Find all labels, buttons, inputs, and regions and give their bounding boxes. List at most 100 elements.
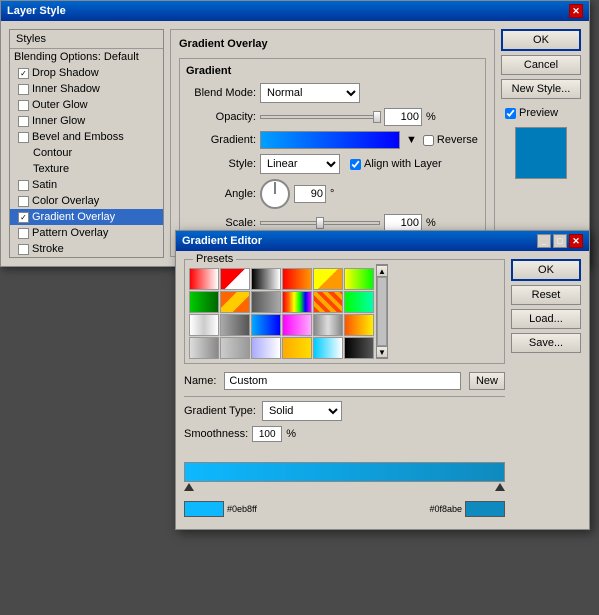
scale-unit: %: [426, 217, 436, 229]
align-layer-checkbox[interactable]: [350, 159, 361, 170]
smoothness-input[interactable]: [252, 426, 282, 442]
ge-save-button[interactable]: Save...: [511, 333, 581, 353]
sidebar-item-bevel-emboss[interactable]: Bevel and Emboss: [10, 129, 163, 145]
ge-close-button[interactable]: ✕: [569, 234, 583, 248]
gradient-type-select[interactable]: Solid: [262, 401, 342, 421]
gradient-bar[interactable]: [184, 462, 505, 482]
preset-7[interactable]: [189, 291, 219, 313]
opacity-label: Opacity:: [186, 111, 256, 123]
preset-23[interactable]: [313, 337, 343, 359]
preset-20[interactable]: [220, 337, 250, 359]
sidebar-item-inner-shadow[interactable]: Inner Shadow: [10, 81, 163, 97]
opacity-thumb[interactable]: [373, 111, 381, 123]
preset-11[interactable]: [313, 291, 343, 313]
preset-24[interactable]: [344, 337, 374, 359]
scroll-down-btn[interactable]: ▼: [376, 346, 388, 358]
blending-label: Blending Options: Default: [14, 51, 139, 63]
maximize-button[interactable]: □: [553, 234, 567, 248]
outer-glow-checkbox[interactable]: [18, 100, 29, 111]
divider: [184, 396, 505, 397]
pattern-overlay-checkbox[interactable]: [18, 228, 29, 239]
preset-13[interactable]: [189, 314, 219, 336]
preset-9[interactable]: [251, 291, 281, 313]
gradient-dropdown-arrow[interactable]: ▼: [404, 134, 419, 146]
preset-6[interactable]: [344, 268, 374, 290]
preset-17[interactable]: [313, 314, 343, 336]
sidebar-item-pattern-overlay[interactable]: Pattern Overlay: [10, 225, 163, 241]
ge-load-button[interactable]: Load...: [511, 309, 581, 329]
stop-left[interactable]: [184, 483, 194, 491]
left-color-swatch[interactable]: [184, 501, 224, 517]
new-gradient-button[interactable]: New: [469, 372, 505, 390]
preset-14[interactable]: [220, 314, 250, 336]
ok-button[interactable]: OK: [501, 29, 581, 51]
preset-18[interactable]: [344, 314, 374, 336]
reverse-checkbox[interactable]: [423, 135, 434, 146]
sidebar-item-contour[interactable]: Contour: [10, 145, 163, 161]
opacity-slider[interactable]: [260, 115, 380, 119]
contour-label: Contour: [33, 147, 72, 159]
scale-slider[interactable]: [260, 221, 380, 225]
preset-scrollbar: ▲ ▼: [376, 264, 388, 359]
minimize-button[interactable]: _: [537, 234, 551, 248]
opacity-input[interactable]: [384, 108, 422, 126]
scroll-up-btn[interactable]: ▲: [376, 265, 388, 277]
preset-16[interactable]: [282, 314, 312, 336]
preset-22[interactable]: [282, 337, 312, 359]
preview-checkbox[interactable]: [505, 108, 516, 119]
gradient-editor-titlebar: Gradient Editor _ □ ✕: [176, 231, 589, 251]
bevel-emboss-checkbox[interactable]: [18, 132, 29, 143]
sidebar-item-drop-shadow[interactable]: ✓ Drop Shadow: [10, 65, 163, 81]
stroke-checkbox[interactable]: [18, 244, 29, 255]
right-color-swatch[interactable]: [465, 501, 505, 517]
new-style-button[interactable]: New Style...: [501, 79, 581, 99]
preset-15[interactable]: [251, 314, 281, 336]
preset-3[interactable]: [251, 268, 281, 290]
close-button[interactable]: ✕: [569, 4, 583, 18]
gradient-overlay-label: Gradient Overlay: [32, 211, 115, 223]
sidebar-item-satin[interactable]: Satin: [10, 177, 163, 193]
ge-reset-button[interactable]: Reset: [511, 285, 581, 305]
drop-shadow-checkbox[interactable]: ✓: [18, 68, 29, 79]
angle-line: [275, 182, 276, 194]
color-overlay-checkbox[interactable]: [18, 196, 29, 207]
scroll-track[interactable]: [377, 277, 387, 346]
preset-4[interactable]: [282, 268, 312, 290]
angle-input[interactable]: [294, 185, 326, 203]
sidebar-item-inner-glow[interactable]: Inner Glow: [10, 113, 163, 129]
gradient-type-row: Gradient Type: Solid: [184, 401, 505, 421]
blend-mode-select[interactable]: Normal: [260, 83, 360, 103]
inner-glow-checkbox[interactable]: [18, 116, 29, 127]
stop-right-marker[interactable]: [495, 483, 505, 491]
gradient-preview[interactable]: [260, 131, 400, 149]
stop-left-marker[interactable]: [184, 483, 194, 491]
preset-1[interactable]: [189, 268, 219, 290]
sidebar-item-outer-glow[interactable]: Outer Glow: [10, 97, 163, 113]
preset-8[interactable]: [220, 291, 250, 313]
sidebar-item-gradient-overlay[interactable]: ✓ Gradient Overlay: [10, 209, 163, 225]
preset-12[interactable]: [344, 291, 374, 313]
inner-shadow-checkbox[interactable]: [18, 84, 29, 95]
scale-thumb[interactable]: [316, 217, 324, 229]
style-select[interactable]: Linear: [260, 154, 340, 174]
preset-2[interactable]: [220, 268, 250, 290]
sidebar-item-color-overlay[interactable]: Color Overlay: [10, 193, 163, 209]
reverse-label[interactable]: Reverse: [423, 134, 478, 146]
preset-21[interactable]: [251, 337, 281, 359]
name-input[interactable]: [224, 372, 461, 390]
preset-19[interactable]: [189, 337, 219, 359]
preset-5[interactable]: [313, 268, 343, 290]
satin-checkbox[interactable]: [18, 180, 29, 191]
align-layer-label[interactable]: Align with Layer: [350, 158, 442, 170]
gradient-overlay-checkbox[interactable]: ✓: [18, 212, 29, 223]
angle-dial[interactable]: [260, 179, 290, 209]
stop-right[interactable]: [495, 483, 505, 491]
sidebar-item-texture[interactable]: Texture: [10, 161, 163, 177]
cancel-button[interactable]: Cancel: [501, 55, 581, 75]
presets-group: Presets: [184, 259, 505, 364]
preset-10[interactable]: [282, 291, 312, 313]
preview-toggle[interactable]: Preview: [501, 107, 581, 119]
sidebar-item-blending[interactable]: Blending Options: Default: [10, 49, 163, 65]
ge-ok-button[interactable]: OK: [511, 259, 581, 281]
sidebar-item-stroke[interactable]: Stroke: [10, 241, 163, 257]
